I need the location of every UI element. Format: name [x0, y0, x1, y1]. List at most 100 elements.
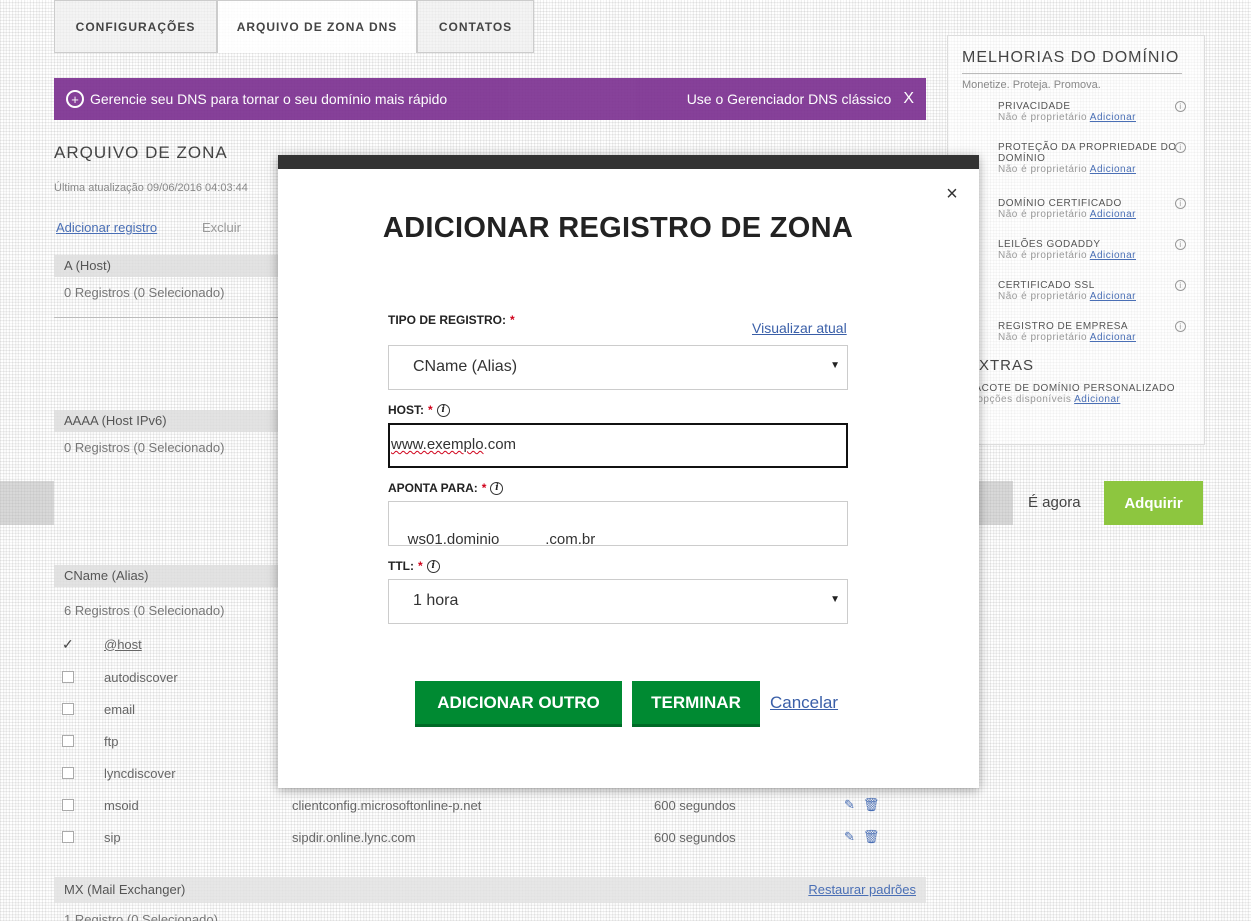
info-icon[interactable]: i [1175, 321, 1186, 332]
points-to-label: APONTA PARA: * i [388, 481, 504, 495]
panel-item-status: Não é proprietário [998, 291, 1088, 302]
delete-link[interactable]: Excluir [202, 220, 241, 235]
record-name: lyncdiscover [104, 765, 176, 781]
trash-icon[interactable]: 🗑 [863, 797, 888, 812]
info-icon[interactable]: i [1175, 101, 1186, 112]
host-input-value-rest: .com [483, 436, 517, 453]
domain-improvements-panel: MELHORIAS DO DOMÍNIO Monetize. Proteja. … [947, 35, 1205, 445]
now-label: É agora [1028, 494, 1081, 511]
edit-icon[interactable]: ✎ [844, 797, 863, 812]
panel-item: CERTIFICADO SSL Não é proprietário Adici… [998, 280, 1186, 302]
promo-banner: + Gerencie seu DNS para tornar o seu dom… [54, 78, 926, 120]
divider [54, 317, 278, 318]
finish-button[interactable]: TERMINAR [632, 681, 760, 727]
panel-item: REGISTRO DE EMPRESA Não é proprietário A… [998, 321, 1186, 343]
info-icon[interactable]: i [1175, 239, 1186, 250]
host-label-text: HOST: [388, 403, 424, 417]
plus-icon: + [66, 90, 84, 108]
panel-item-add-link[interactable]: Adicionar [1090, 250, 1136, 261]
section-mx-header[interactable]: MX (Mail Exchanger) Restaurar padrões [54, 877, 926, 903]
host-input[interactable]: www.exemplo.com [388, 423, 848, 468]
caret-down-icon: ▼ [830, 594, 840, 605]
edit-icon[interactable]: ✎ [844, 829, 863, 844]
info-icon[interactable]: i [1175, 198, 1186, 209]
tab-configuracoes[interactable]: CONFIGURAÇÕES [54, 0, 217, 53]
grey-overlay-block [0, 481, 54, 525]
host-label: HOST: * i [388, 403, 450, 417]
panel-item-add-link[interactable]: Adicionar [1074, 394, 1120, 405]
ttl-value: 1 hora [413, 592, 459, 609]
grey-overlay-block [979, 481, 1013, 525]
section-a-host-header[interactable]: A (Host) [54, 255, 278, 277]
restore-defaults-link[interactable]: Restaurar padrões [808, 882, 916, 897]
panel-item-name: DOMÍNIO CERTIFICADO [998, 198, 1122, 209]
row-checkbox[interactable] [62, 799, 74, 811]
panel-item-add-link[interactable]: Adicionar [1090, 291, 1136, 302]
panel-item-add-link[interactable]: Adicionar [1090, 164, 1136, 175]
record-name: sip [104, 829, 121, 845]
panel-item-add-link[interactable]: Adicionar [1090, 112, 1136, 123]
record-name: autodiscover [104, 669, 178, 685]
panel-item-name: LEILÕES GODADDY [998, 239, 1101, 250]
record-type-select[interactable]: CName (Alias) ▼ [388, 345, 848, 390]
close-icon[interactable]: × [942, 184, 962, 204]
section-cname-header[interactable]: CName (Alias) [54, 565, 278, 587]
required-asterisk: * [481, 481, 487, 495]
row-checkbox[interactable] [62, 703, 74, 715]
section-a-host-count: 0 Registros (0 Selecionado) [64, 285, 225, 300]
trash-icon[interactable]: 🗑 [863, 829, 888, 844]
panel-item: PROTEÇÃO DA PROPRIEDADE DO DOMÍNIO Não é… [998, 142, 1186, 175]
panel-item-status: Não é proprietário [998, 164, 1088, 175]
panel-item: PRIVACIDADE Não é proprietário Adicionar… [998, 101, 1186, 123]
section-aaaa-header[interactable]: AAAA (Host IPv6) [54, 410, 278, 432]
buy-button[interactable]: Adquirir [1104, 481, 1203, 525]
info-icon[interactable]: i [426, 559, 440, 573]
info-icon[interactable]: i [490, 481, 504, 495]
row-checkbox[interactable] [62, 767, 74, 779]
tab-arquivo-zona-dns[interactable]: ARQUIVO DE ZONA DNS [217, 0, 417, 53]
add-another-button[interactable]: ADICIONAR OUTRO [415, 681, 622, 727]
row-checkbox[interactable] [62, 671, 74, 683]
points-to-input[interactable]: ws01.dominio .com.br [388, 501, 848, 548]
record-ttl: 600 segundos [654, 829, 736, 845]
record-name: msoid [104, 797, 139, 813]
tab-bar: CONFIGURAÇÕES ARQUIVO DE ZONA DNS CONTAT… [54, 0, 534, 53]
panel-item-name: PACOTE DE DOMÍNIO PERSONALIZADO [968, 383, 1176, 394]
ttl-label: TTL: * i [388, 559, 440, 573]
panel-item-add-link[interactable]: Adicionar [1090, 332, 1136, 343]
section-mx-title: MX (Mail Exchanger) [64, 882, 186, 897]
info-icon[interactable]: i [436, 403, 450, 417]
panel-item: DOMÍNIO CERTIFICADO Não é proprietário A… [998, 198, 1186, 220]
row-checkbox[interactable] [62, 735, 74, 747]
row-actions: ✎🗑 [844, 797, 887, 813]
info-icon[interactable]: i [1175, 142, 1186, 153]
panel-item-name: REGISTRO DE EMPRESA [998, 321, 1129, 332]
record-type-label: TIPO DE REGISTRO: * [388, 313, 515, 327]
banner-close-icon[interactable]: X [903, 90, 914, 108]
panel-item-name: PRIVACIDADE [998, 101, 1071, 112]
table-row[interactable]: sip sipdir.online.lync.com 600 segundos … [54, 821, 926, 853]
record-name: email [104, 701, 136, 717]
add-record-link[interactable]: Adicionar registro [56, 220, 157, 235]
row-checkbox[interactable] [62, 831, 74, 843]
banner-link[interactable]: Use o Gerenciador DNS clássico [687, 91, 892, 107]
host-input-value-misspelled: www.exemplo [391, 436, 484, 453]
info-icon[interactable]: i [1175, 280, 1186, 291]
panel-item-status: 3 opções disponíveis [968, 394, 1072, 405]
record-name[interactable]: @host [104, 637, 292, 652]
panel-item-status: Não é proprietário [998, 250, 1088, 261]
ttl-label-text: TTL: [388, 559, 414, 573]
add-zone-record-modal: × ADICIONAR REGISTRO DE ZONA TIPO DE REG… [278, 155, 979, 788]
caret-down-icon: ▼ [830, 360, 840, 371]
view-current-link[interactable]: Visualizar atual [752, 320, 847, 336]
panel-item-name: CERTIFICADO SSL [998, 280, 1095, 291]
record-type-value: CName (Alias) [413, 358, 518, 375]
modal-title: ADICIONAR REGISTRO DE ZONA [382, 212, 854, 244]
panel-item-status: Não é proprietário [998, 112, 1088, 123]
tab-contatos[interactable]: CONTATOS [417, 0, 534, 53]
cancel-link[interactable]: Cancelar [770, 693, 838, 713]
table-row[interactable]: msoid clientconfig.microsoftonline-p.net… [54, 789, 926, 821]
panel-item-add-link[interactable]: Adicionar [1090, 209, 1136, 220]
ttl-select[interactable]: 1 hora ▼ [388, 579, 848, 624]
modal-top-bar [278, 155, 979, 169]
